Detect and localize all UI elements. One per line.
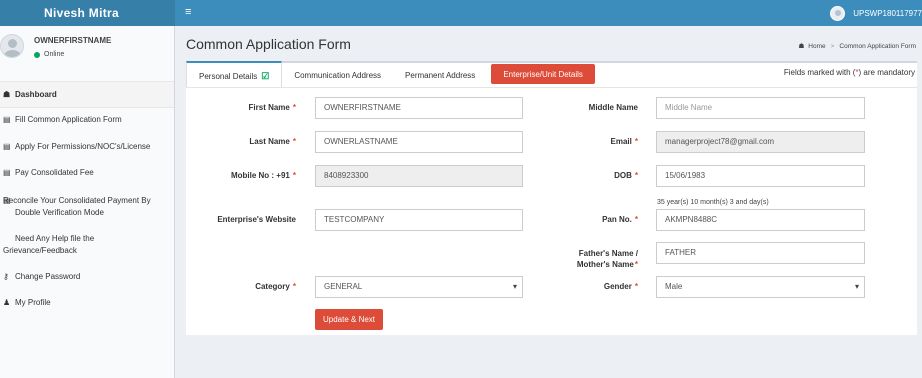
sidebar-item-label: Need Any Help file the Grievance/Feedbac… xyxy=(3,234,95,255)
sidebar-item-my-profile[interactable]: ♟ My Profile xyxy=(0,298,174,307)
last-name-field[interactable]: OWNERLASTNAME xyxy=(315,131,523,153)
required-star: * xyxy=(292,137,296,146)
mandatory-note-text: Fields marked with ( xyxy=(783,68,856,77)
mandatory-note-text: ) are mandatory xyxy=(858,68,915,77)
label-text: Email xyxy=(610,137,632,146)
sidebar-item-change-password[interactable]: ⚷ Change Password xyxy=(0,272,174,281)
sidebar-item-label: Reconcile Your Consolidated Payment By D… xyxy=(3,196,151,217)
status-text: Online xyxy=(44,51,65,58)
mobile-label: Mobile No : +91 * xyxy=(206,171,296,180)
required-star: * xyxy=(292,103,296,112)
sidebar-item-label: Pay Consolidated Fee xyxy=(15,168,94,177)
required-star: * xyxy=(634,215,638,224)
sidebar-item-reconcile[interactable]: ▤ Reconcile Your Consolidated Payment By… xyxy=(0,195,174,219)
label-text: Last Name xyxy=(249,137,290,146)
required-star: * xyxy=(634,171,638,180)
sidebar-user-name: OWNERFIRSTNAME xyxy=(34,36,112,45)
middle-name-label: Middle Name xyxy=(588,103,638,112)
dashboard-icon: ☗ xyxy=(3,90,11,99)
form-icon: ▤ xyxy=(3,115,11,124)
last-name-label: Last Name * xyxy=(206,137,296,146)
user-menu[interactable]: UPSWP180117977 xyxy=(830,0,922,26)
sidebar-item-label: Change Password xyxy=(15,272,81,281)
key-icon: ⚷ xyxy=(3,272,9,281)
sidebar: OWNERFIRSTNAME Online ☗ Dashboard ▤ Fill… xyxy=(0,26,175,378)
user-avatar xyxy=(830,5,846,21)
brand-logo[interactable]: Nivesh Mitra xyxy=(0,0,175,26)
tab-permanent-address[interactable]: Permanent Address xyxy=(393,63,487,87)
email-field[interactable]: managerproject78@gmail.com xyxy=(656,131,865,153)
sidebar-item-grievance[interactable]: Need Any Help file the Grievance/Feedbac… xyxy=(0,233,174,257)
dob-field[interactable]: 15/06/1983 xyxy=(656,165,865,187)
breadcrumb: ☗ Home > Common Application Form xyxy=(798,42,916,51)
label-text: First Name xyxy=(248,103,290,112)
pan-field[interactable]: AKMPN8488C xyxy=(656,209,865,231)
page-title: Common Application Form xyxy=(186,36,351,52)
category-select[interactable]: GENERAL xyxy=(315,276,523,298)
home-icon: ☗ xyxy=(798,43,805,50)
avatar xyxy=(0,34,24,58)
label-text: DOB xyxy=(614,171,632,180)
pan-label: Pan No. * xyxy=(546,215,638,224)
user-icon: ♟ xyxy=(3,298,11,307)
required-star: * xyxy=(292,171,296,180)
email-label: Email * xyxy=(546,137,638,146)
gender-select[interactable]: Male xyxy=(656,276,865,298)
tab-communication-address[interactable]: Communication Address xyxy=(282,63,393,87)
dob-label: DOB * xyxy=(546,171,638,180)
label-text: Mobile No : +91 xyxy=(230,171,290,180)
label-text: Category xyxy=(255,282,290,291)
sidebar-item-label: My Profile xyxy=(15,298,51,307)
sidebar-item-apply-permissions[interactable]: ▤ Apply For Permissions/NOC's/License xyxy=(0,142,174,151)
tabs-divider xyxy=(186,87,917,88)
label-text: Mother's Name xyxy=(576,260,634,269)
gender-label: Gender * xyxy=(546,282,638,291)
gender-selected-value: Male xyxy=(665,282,683,291)
sidebar-item-label: Apply For Permissions/NOC's/License xyxy=(15,142,151,151)
tab-enterprise-unit-details[interactable]: Enterprise/Unit Details xyxy=(491,64,595,84)
form-icon: ▤ xyxy=(3,168,11,177)
label-text: Pan No. xyxy=(602,215,632,224)
status-dot-icon xyxy=(34,51,40,58)
age-text: 35 year(s) 10 month(s) 3 and day(s) xyxy=(657,199,769,206)
check-icon: ☑ xyxy=(261,70,270,81)
tab-personal-details[interactable]: Personal Details ☑ xyxy=(186,61,283,87)
update-next-button[interactable]: Update & Next xyxy=(315,309,383,330)
website-label: Enterprise's Website xyxy=(217,215,296,224)
father-name-field[interactable]: FATHER xyxy=(656,242,865,264)
sidebar-item-label: Dashboard xyxy=(15,90,57,99)
sidebar-item-label: Fill Common Application Form xyxy=(15,115,122,124)
breadcrumb-current: Common Application Form xyxy=(839,42,916,50)
menu-toggle-icon[interactable]: ≡ xyxy=(185,0,191,26)
form-panel: Personal Details ☑ Communication Address… xyxy=(186,61,917,335)
middle-name-field[interactable]: Middle Name xyxy=(656,97,865,119)
user-panel: OWNERFIRSTNAME Online xyxy=(0,26,174,80)
required-star: * xyxy=(634,137,638,146)
tab-label: Personal Details xyxy=(199,71,258,81)
category-selected-value: GENERAL xyxy=(324,282,363,291)
mobile-field[interactable]: 8408923300 xyxy=(315,165,523,187)
mandatory-note: Fields marked with (*) are mandatory xyxy=(784,68,915,77)
label-text: Father's Name / xyxy=(578,249,638,258)
required-star: * xyxy=(634,282,638,291)
label-text: Gender xyxy=(603,282,632,291)
breadcrumb-home[interactable]: Home xyxy=(808,43,825,50)
form-tabs: Personal Details ☑ Communication Address… xyxy=(186,61,599,87)
sidebar-item-pay-fee[interactable]: ▤ Pay Consolidated Fee xyxy=(0,168,174,177)
breadcrumb-separator: > xyxy=(830,42,835,50)
required-star: * xyxy=(634,260,638,269)
sidebar-item-dashboard[interactable]: ☗ Dashboard xyxy=(0,81,174,108)
father-name-label: Father's Name / Mother's Name* xyxy=(546,248,638,270)
sidebar-item-fill-form[interactable]: ▤ Fill Common Application Form xyxy=(0,115,174,124)
top-navbar: Nivesh Mitra ≡ UPSWP180117977 xyxy=(0,0,922,26)
first-name-label: First Name * xyxy=(206,103,296,112)
website-field[interactable]: TESTCOMPANY xyxy=(315,209,523,231)
required-star: * xyxy=(292,282,296,291)
category-label: Category * xyxy=(206,282,296,291)
form-icon: ▤ xyxy=(3,142,11,151)
first-name-field[interactable]: OWNERFIRSTNAME xyxy=(315,97,523,119)
online-status: Online xyxy=(34,51,64,58)
user-id-label: UPSWP180117977 xyxy=(853,8,922,18)
